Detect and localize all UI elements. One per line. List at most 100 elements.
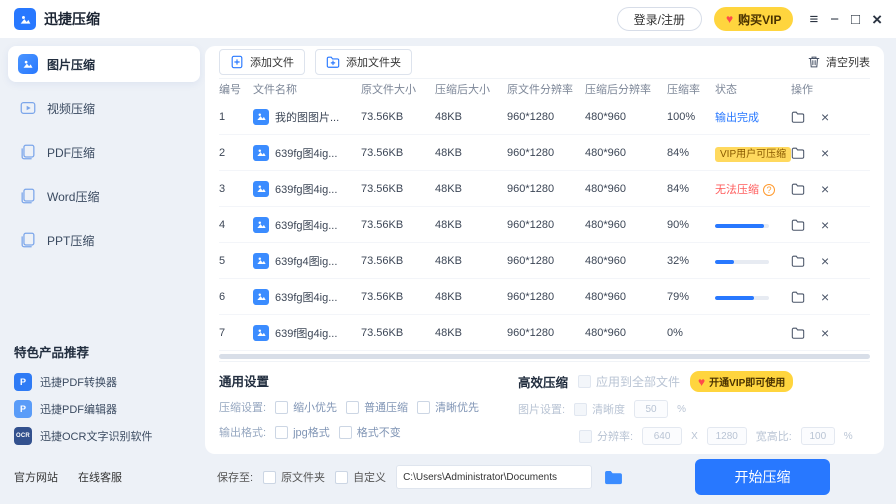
remove-file-icon[interactable]: × — [821, 326, 829, 340]
option-clarity-first[interactable]: 清晰优先 — [417, 399, 479, 415]
table-row[interactable]: 7 639f图g4ig... 73.56KB 48KB 960*1280 480… — [219, 315, 870, 351]
clear-list-button[interactable]: 清空列表 — [807, 54, 870, 70]
file-name: 639fg4图ig... — [275, 255, 338, 268]
add-file-button[interactable]: 添加文件 — [219, 48, 305, 75]
remove-file-icon[interactable]: × — [821, 254, 829, 268]
sidebar-item-ppt-compress[interactable]: PPT压缩 — [8, 222, 200, 258]
remove-file-icon[interactable]: × — [821, 182, 829, 196]
start-compress-button[interactable]: 开始压缩 — [695, 459, 830, 495]
help-icon[interactable]: ? — [763, 183, 775, 196]
resolution-option[interactable]: 分辨率: — [579, 428, 633, 444]
remove-file-icon[interactable]: × — [821, 218, 829, 232]
open-vip-badge[interactable]: ♥ 开通VIP即可使用 — [690, 371, 794, 392]
option-keep-format[interactable]: 格式不变 — [338, 424, 401, 440]
image-file-icon — [253, 180, 269, 197]
maximize-button[interactable]: □ — [851, 12, 860, 27]
horizontal-scrollbar[interactable] — [219, 354, 870, 359]
product-pdf-editor[interactable]: P 迅捷PDF编辑器 — [14, 400, 199, 418]
open-folder-icon[interactable] — [791, 254, 805, 268]
header-file-name: 文件名称 — [253, 83, 297, 96]
add-file-label: 添加文件 — [250, 56, 294, 69]
compressed-size: 48KB — [435, 146, 462, 159]
save-original-option[interactable]: 原文件夹 — [263, 469, 325, 485]
buy-vip-button[interactable]: ♥ 购买VIP — [714, 7, 794, 31]
compression-rate: 100% — [667, 110, 696, 123]
add-folder-button[interactable]: 添加文件夹 — [315, 48, 412, 75]
original-size: 73.56KB — [361, 254, 404, 267]
apply-all-checkbox[interactable] — [578, 375, 592, 388]
table-row[interactable]: 5 639fg4图ig... 73.56KB 48KB 960*1280 480… — [219, 243, 870, 279]
clarity-first-checkbox[interactable] — [417, 400, 431, 414]
compressed-resolution: 480*960 — [585, 290, 626, 303]
open-folder-icon[interactable] — [791, 290, 805, 304]
sidebar-item-image-compress[interactable]: 图片压缩 — [8, 46, 200, 82]
aspect-ratio-label: 宽高比: — [755, 431, 792, 443]
menu-icon[interactable]: ≡ — [809, 12, 818, 27]
sidebar-item-pdf-compress[interactable]: PDF压缩 — [8, 134, 200, 170]
compression-rate: 90% — [667, 218, 690, 231]
sidebar-item-word-compress[interactable]: Word压缩 — [8, 178, 200, 214]
close-button[interactable]: × — [872, 11, 882, 28]
table-row[interactable]: 2 639fg图4ig... 73.56KB 48KB 960*1280 480… — [219, 135, 870, 171]
resolution-width-input[interactable] — [642, 427, 683, 445]
resolution-checkbox[interactable] — [579, 429, 592, 443]
header-original-size: 原文件大小 — [361, 83, 416, 96]
sidebar-item-video-compress[interactable]: 视频压缩 — [8, 90, 200, 126]
save-custom-option[interactable]: 自定义 — [335, 469, 386, 485]
browse-folder-button[interactable] — [604, 470, 623, 485]
file-name: 639f图g4ig... — [275, 327, 338, 340]
remove-file-icon[interactable]: × — [821, 110, 829, 124]
compressed-size: 48KB — [435, 254, 462, 267]
product-ocr-software[interactable]: OCR 迅捷OCR文字识别软件 — [14, 427, 199, 445]
compressed-size: 48KB — [435, 110, 462, 123]
row-number: 4 — [219, 218, 226, 231]
minimize-button[interactable]: − — [830, 12, 839, 27]
save-settings: 保存至: 原文件夹 自定义 — [205, 465, 623, 489]
remove-file-icon[interactable]: × — [821, 146, 829, 160]
jpg-format-checkbox[interactable] — [275, 425, 289, 439]
resolution-height-input[interactable] — [706, 427, 747, 445]
add-folder-label: 添加文件夹 — [346, 56, 401, 69]
clarity-input[interactable] — [634, 400, 669, 418]
login-register-button[interactable]: 登录/注册 — [616, 7, 702, 31]
compression-rate: 84% — [667, 182, 690, 195]
clarity-checkbox[interactable] — [574, 402, 588, 416]
option-jpg-format[interactable]: jpg格式 — [275, 424, 330, 440]
image-compress-icon — [18, 54, 38, 74]
save-path-input[interactable] — [396, 465, 593, 489]
progress-fill — [715, 223, 764, 228]
table-row[interactable]: 6 639fg图4ig... 73.56KB 48KB 960*1280 480… — [219, 279, 870, 315]
shrink-first-checkbox[interactable] — [275, 400, 289, 414]
file-name: 639fg图4ig... — [275, 291, 338, 304]
product-pdf-converter[interactable]: P 迅捷PDF转换器 — [14, 373, 199, 391]
open-folder-icon[interactable] — [791, 146, 805, 160]
file-cell: 639fg图4ig... — [253, 180, 361, 197]
table-row[interactable]: 4 639fg图4ig... 73.56KB 48KB 960*1280 480… — [219, 207, 870, 243]
status-text: 无法压缩 — [715, 183, 759, 196]
open-folder-icon[interactable] — [791, 182, 805, 196]
normal-compress-checkbox[interactable] — [346, 400, 360, 414]
compression-rate: 79% — [667, 290, 690, 303]
open-folder-icon[interactable] — [791, 110, 805, 124]
table-row[interactable]: 1 我的图图片... 73.56KB 48KB 960*1280 480*960… — [219, 99, 870, 135]
online-support-link[interactable]: 在线客服 — [78, 469, 122, 485]
open-folder-icon[interactable] — [791, 218, 805, 232]
official-site-link[interactable]: 官方网站 — [14, 469, 58, 485]
apply-all-option[interactable]: 应用到全部文件 — [578, 373, 680, 390]
header-original-resolution: 原文件分辨率 — [507, 83, 573, 96]
file-cell: 639fg图4ig... — [253, 288, 361, 305]
option-normal-compress[interactable]: 普通压缩 — [346, 399, 408, 415]
file-cell: 639f图g4ig... — [253, 324, 361, 341]
aspect-ratio-input[interactable] — [800, 427, 835, 445]
keep-format-checkbox[interactable] — [338, 425, 352, 439]
option-shrink-first[interactable]: 缩小优先 — [275, 399, 337, 415]
open-folder-icon[interactable] — [791, 326, 805, 340]
save-custom-checkbox[interactable] — [335, 470, 349, 484]
file-cell: 我的图图片... — [253, 108, 361, 125]
remove-file-icon[interactable]: × — [821, 290, 829, 304]
original-resolution: 960*1280 — [507, 218, 555, 231]
table-row[interactable]: 3 639fg图4ig... 73.56KB 48KB 960*1280 480… — [219, 171, 870, 207]
sidebar-item-label: Word压缩 — [47, 189, 100, 204]
save-original-checkbox[interactable] — [263, 470, 277, 484]
clarity-option[interactable]: 清晰度 — [574, 401, 625, 417]
